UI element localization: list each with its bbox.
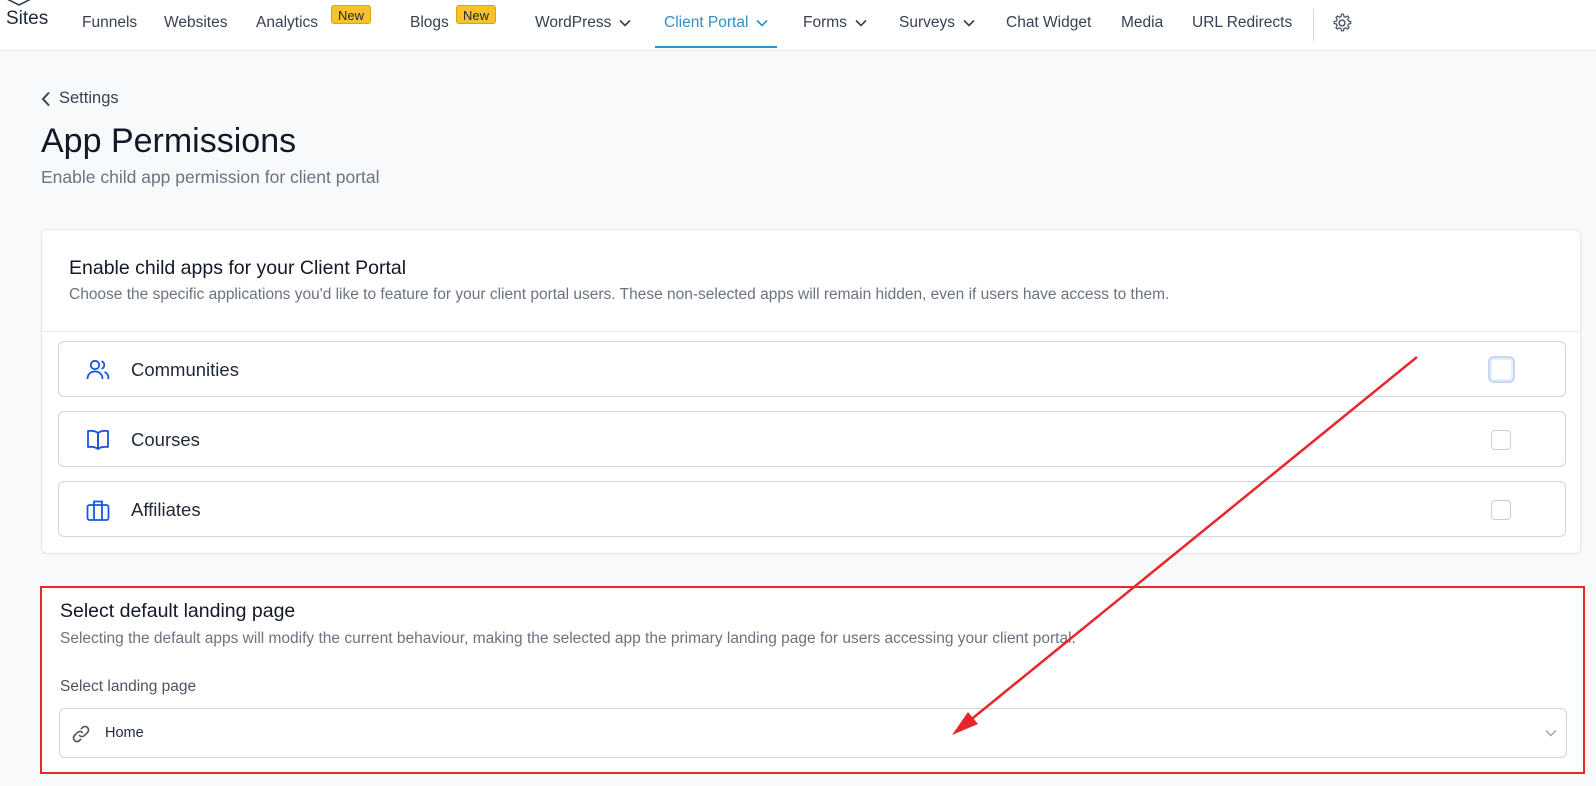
nav-divider: [1313, 9, 1314, 41]
chevron-down-icon: [963, 19, 975, 27]
nav-label: Surveys: [899, 14, 955, 31]
top-navigation: Sites Funnels Websites Analytics New Blo…: [0, 0, 1596, 51]
chevron-left-icon: [41, 91, 50, 106]
chevron-down-icon: [619, 19, 631, 27]
nav-item-client-portal[interactable]: Client Portal: [655, 0, 778, 48]
nav-label: Media: [1121, 14, 1164, 31]
nav-label: Forms: [803, 14, 847, 31]
landing-description: Selecting the default apps will modify t…: [60, 630, 1076, 647]
book-icon: [87, 429, 109, 450]
landing-select-label: Select landing page: [60, 678, 197, 695]
users-icon: [86, 359, 110, 380]
app-label: Communities: [131, 359, 239, 380]
page-subtitle: Enable child app permission for client p…: [41, 167, 380, 187]
child-apps-title: Enable child apps for your Client Portal: [69, 257, 407, 279]
gear-icon[interactable]: [1331, 12, 1353, 34]
landing-page-select[interactable]: Home: [59, 708, 1567, 758]
back-to-settings-link[interactable]: Settings: [41, 89, 119, 108]
nav-item-blogs[interactable]: Blogs: [410, 0, 449, 46]
divider: [42, 331, 1580, 332]
landing-page-section: Select default landing page Selecting th…: [40, 586, 1585, 774]
app-row-communities[interactable]: Communities: [58, 341, 1566, 397]
nav-item-surveys[interactable]: Surveys: [899, 0, 975, 46]
nav-label: Client Portal: [664, 14, 749, 31]
nav-label: Analytics: [256, 14, 319, 31]
page-title: App Permissions: [41, 122, 297, 160]
chevron-down-icon: [1545, 730, 1557, 737]
back-label: Settings: [59, 89, 119, 107]
nav-item-media[interactable]: Media: [1121, 0, 1163, 46]
child-apps-card: Enable child apps for your Client Portal…: [41, 229, 1581, 554]
nav-item-forms[interactable]: Forms: [803, 0, 867, 46]
nav-item-websites[interactable]: Websites: [164, 0, 227, 46]
nav-label: WordPress: [535, 14, 612, 31]
briefcase-icon: [86, 500, 110, 521]
communities-checkbox[interactable]: [1488, 356, 1515, 383]
landing-title: Select default landing page: [60, 600, 296, 622]
nav-label: URL Redirects: [1192, 14, 1293, 31]
link-icon: [72, 725, 90, 743]
courses-checkbox[interactable]: [1491, 430, 1511, 450]
brand-name[interactable]: Sites: [6, 8, 48, 30]
nav-item-chat-widget[interactable]: Chat Widget: [1006, 0, 1091, 46]
nav-item-url-redirects[interactable]: URL Redirects: [1192, 0, 1292, 46]
nav-item-analytics[interactable]: Analytics: [256, 0, 318, 46]
nav-label: Websites: [164, 14, 228, 31]
nav-label: Blogs: [410, 14, 449, 31]
landing-selected-value: Home: [105, 725, 144, 741]
app-row-affiliates[interactable]: Affiliates: [58, 481, 1566, 537]
app-label: Courses: [131, 429, 200, 450]
app-label: Affiliates: [131, 499, 201, 520]
new-badge: New: [331, 5, 372, 24]
nav-label: Funnels: [82, 14, 138, 31]
affiliates-checkbox[interactable]: [1491, 500, 1511, 520]
nav-item-wordpress[interactable]: WordPress: [535, 0, 631, 46]
app-row-courses[interactable]: Courses: [58, 411, 1566, 467]
chevron-down-icon: [855, 19, 867, 27]
chevron-down-icon: [756, 19, 769, 27]
child-apps-description: Choose the specific applications you'd l…: [69, 286, 1170, 303]
nav-item-funnels[interactable]: Funnels: [82, 0, 137, 46]
nav-label: Chat Widget: [1006, 14, 1092, 31]
new-badge: New: [456, 5, 497, 24]
sites-logo-icon: [7, 0, 31, 6]
